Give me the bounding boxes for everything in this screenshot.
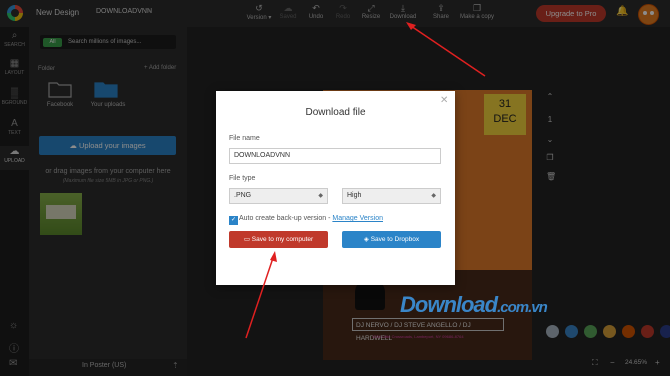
watermark-logo: Download.com.vn bbox=[400, 292, 548, 318]
watermark-main: Download bbox=[400, 292, 498, 317]
watermark-sub: .com.vn bbox=[497, 299, 548, 316]
annotation-arrows bbox=[245, 22, 486, 339]
